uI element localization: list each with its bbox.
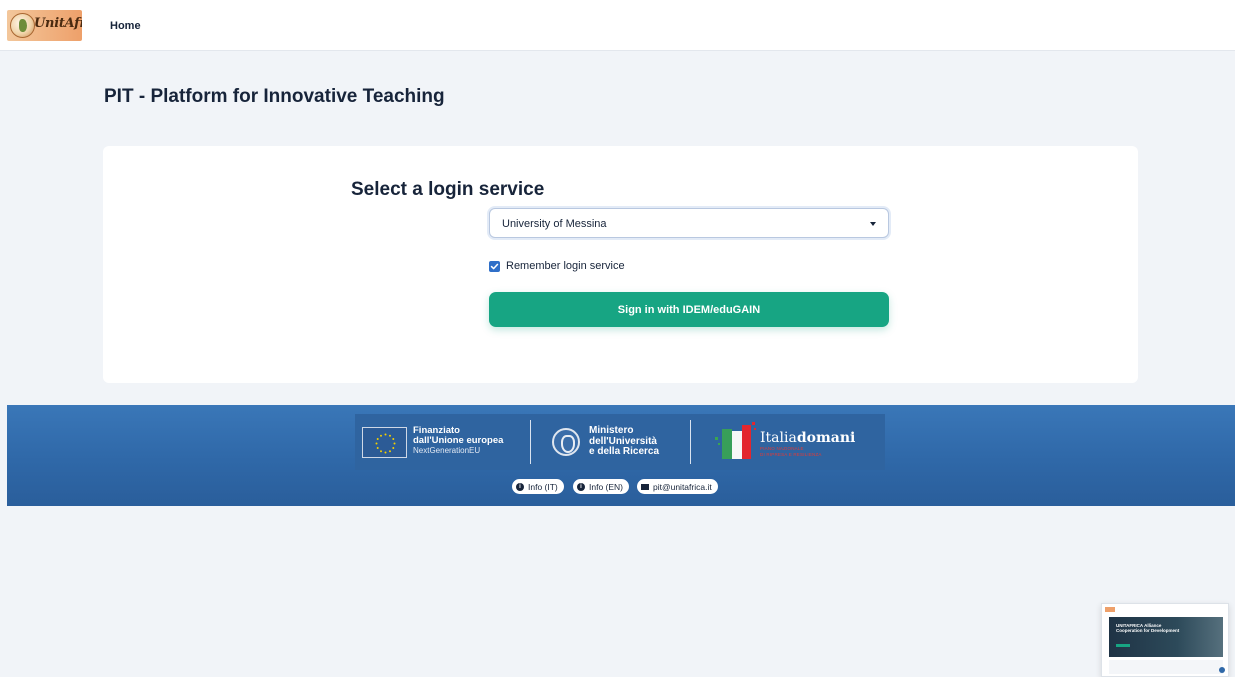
funding-banner: Finanziato dall'Unione europea NextGener… <box>355 414 885 470</box>
info-it-link[interactable]: i Info (IT) <box>512 479 564 494</box>
thumbnail-footer <box>1109 660 1223 674</box>
mail-icon <box>641 483 649 490</box>
ministry-seal-icon <box>552 428 580 456</box>
eu-flag-icon <box>362 427 407 458</box>
checkmark-icon <box>490 263 499 270</box>
italiadomani-flag-icon <box>715 422 756 459</box>
login-service-select[interactable]: University of Messina <box>489 208 889 238</box>
email-label: pit@unitafrica.it <box>653 481 712 492</box>
globe-icon <box>10 13 35 38</box>
thumbnail-button <box>1116 644 1130 647</box>
nav-home-link[interactable]: Home <box>110 20 141 32</box>
info-en-link[interactable]: i Info (EN) <box>573 479 630 494</box>
remember-checkbox[interactable] <box>489 261 500 272</box>
italiadomani-text: Italiadomani PIANO NAZIONALE DI RIPRESA … <box>760 430 855 458</box>
ministry-text: Ministero dell'Università e della Ricerc… <box>589 425 660 458</box>
page-title: PIT - Platform for Innovative Teaching <box>104 86 445 107</box>
eu-funding-text: Finanziato dall'Unione europea NextGener… <box>413 425 503 456</box>
funding-divider <box>690 420 691 464</box>
thumbnail-text: UNITAFRICA Alliance Cooperation for Deve… <box>1116 623 1180 634</box>
eu-line-3: NextGenerationEU <box>413 445 481 455</box>
funding-divider <box>530 420 531 464</box>
info-en-label: Info (EN) <box>589 481 624 492</box>
info-it-label: Info (IT) <box>528 481 558 492</box>
thumbnail-line-2: Cooperation for Development <box>1116 627 1180 633</box>
ministry-line-3: e della Ricerca <box>589 446 660 457</box>
selected-service-value: University of Messina <box>502 218 607 230</box>
top-navbar: UnitAfrica Home <box>0 0 1235 51</box>
italiadomani-brand: Italiadomani <box>760 430 856 446</box>
footer: Finanziato dall'Unione europea NextGener… <box>7 405 1235 506</box>
thumbnail-logo <box>1105 607 1115 612</box>
email-link[interactable]: pit@unitafrica.it <box>637 479 718 494</box>
info-icon: i <box>516 482 524 491</box>
signin-idem-edugain-button[interactable]: Sign in with IDEM/eduGAIN <box>489 292 889 327</box>
unitafrica-logo[interactable]: UnitAfrica <box>7 10 82 41</box>
page-preview-thumbnail[interactable]: UNITAFRICA Alliance Cooperation for Deve… <box>1101 603 1229 677</box>
info-icon: i <box>577 482 585 491</box>
remember-label[interactable]: Remember login service <box>506 260 625 272</box>
italiadomani-sub-2: DI RIPRESA E RESILIENZA <box>760 451 822 457</box>
logo-text: UnitAfrica <box>34 16 82 31</box>
login-heading: Select a login service <box>351 179 545 200</box>
ministry-line-1: Ministero <box>589 425 634 436</box>
chevron-down-icon <box>870 222 876 226</box>
thumbnail-badge <box>1219 667 1225 673</box>
login-card: Select a login service University of Mes… <box>103 146 1138 383</box>
